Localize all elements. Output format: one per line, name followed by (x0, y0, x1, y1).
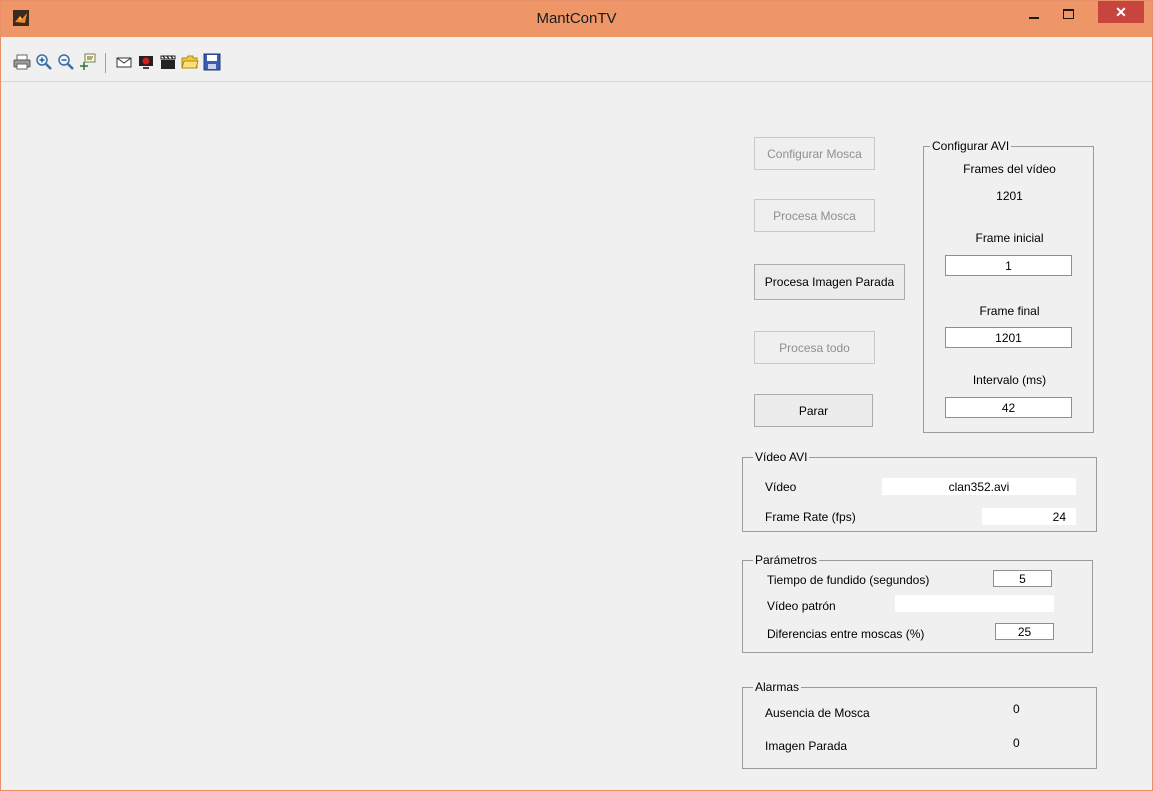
configurar-avi-panel: Configurar AVI Frames del vídeo 1201 Fra… (923, 139, 1094, 433)
envelope-icon[interactable] (115, 53, 133, 71)
frame-final-input[interactable]: 1201 (945, 327, 1072, 348)
fps-field: 24 (982, 508, 1076, 525)
intervalo-input[interactable]: 42 (945, 397, 1072, 418)
video-field: clan352.avi (882, 478, 1076, 495)
diferencias-label: Diferencias entre moscas (%) (767, 627, 925, 641)
configurar-avi-title: Configurar AVI (930, 139, 1012, 153)
procesa-mosca-button[interactable]: Procesa Mosca (754, 199, 875, 232)
clapperboard-icon[interactable] (159, 53, 177, 71)
maximize-button[interactable] (1051, 1, 1085, 27)
save-icon[interactable] (203, 53, 221, 71)
configurar-mosca-button[interactable]: Configurar Mosca (754, 137, 875, 170)
minimize-icon (1029, 17, 1039, 19)
window-title: MantConTV (536, 10, 617, 27)
maximize-icon (1062, 9, 1074, 19)
toolbar (1, 37, 1152, 82)
minimize-button[interactable] (1017, 1, 1051, 27)
imagen-label: Imagen Parada (765, 739, 848, 753)
zoom-out-icon[interactable] (57, 53, 75, 71)
ausencia-label: Ausencia de Mosca (765, 706, 870, 720)
frames-label: Frames del vídeo (963, 162, 1056, 176)
tiempo-label: Tiempo de fundido (segundos) (767, 573, 930, 587)
patron-field (895, 595, 1054, 612)
toolbar-separator (105, 53, 106, 73)
video-label: Vídeo (765, 480, 797, 494)
frame-inicial-input[interactable]: 1 (945, 255, 1072, 276)
alarmas-panel: Alarmas Ausencia de Mosca 0 Imagen Parad… (742, 680, 1097, 769)
ausencia-value: 0 (1013, 702, 1020, 716)
parametros-panel: Parámetros Tiempo de fundido (segundos) … (742, 553, 1093, 653)
diferencias-input[interactable]: 25 (995, 623, 1054, 640)
frame-final-label: Frame final (979, 304, 1040, 318)
procesa-imagen-parada-button[interactable]: Procesa Imagen Parada (754, 264, 905, 300)
zoom-in-icon[interactable] (35, 53, 53, 71)
data-cursor-icon[interactable] (79, 53, 97, 71)
imagen-value: 0 (1013, 736, 1020, 750)
video-avi-panel: Vídeo AVI Vídeo clan352.avi Frame Rate (… (742, 450, 1097, 532)
print-icon[interactable] (13, 53, 31, 71)
close-icon: ✕ (1115, 4, 1127, 20)
procesa-todo-button[interactable]: Procesa todo (754, 331, 875, 364)
frames-value: 1201 (996, 189, 1023, 203)
parar-button[interactable]: Parar (754, 394, 873, 427)
fps-label: Frame Rate (fps) (765, 510, 856, 524)
parametros-title: Parámetros (753, 553, 820, 567)
camera-icon[interactable] (137, 53, 155, 71)
close-button[interactable]: ✕ (1098, 1, 1144, 23)
title-bar[interactable]: MantConTV ✕ (1, 1, 1152, 37)
alarmas-title: Alarmas (753, 680, 802, 694)
patron-label: Vídeo patrón (767, 599, 836, 613)
frame-inicial-label: Frame inicial (975, 231, 1044, 245)
app-window: MantConTV ✕ Configurar Mosca Procesa Mos… (0, 0, 1153, 791)
video-avi-title: Vídeo AVI (753, 450, 810, 464)
intervalo-label: Intervalo (ms) (972, 373, 1047, 387)
tiempo-input[interactable]: 5 (993, 570, 1052, 587)
open-folder-icon[interactable] (181, 53, 199, 71)
